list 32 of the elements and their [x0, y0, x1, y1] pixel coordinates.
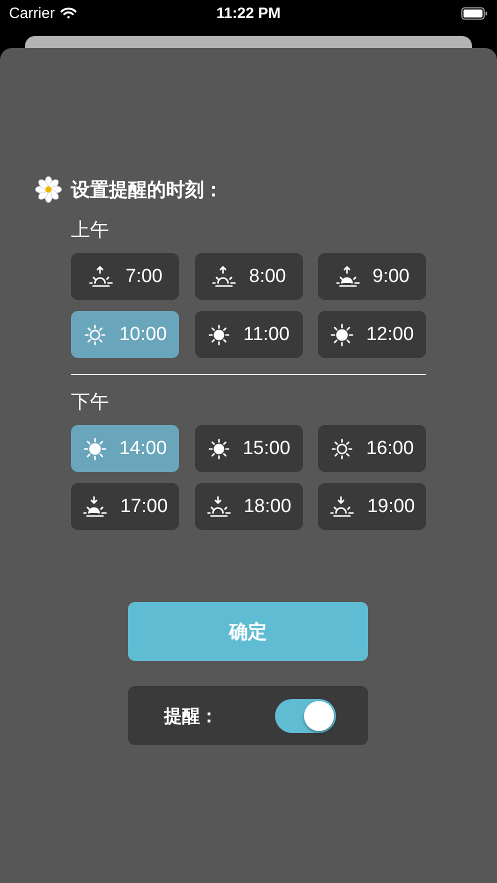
sunset-icon — [82, 494, 108, 518]
time-slot-button[interactable]: 8:00 — [194, 253, 302, 300]
sun-icon — [206, 436, 231, 460]
sunset-icon — [206, 494, 232, 518]
sunrise-icon — [88, 264, 114, 288]
wifi-icon — [60, 7, 77, 19]
time-slot-button[interactable]: 7:00 — [71, 253, 179, 300]
sun-icon — [330, 322, 354, 346]
time-slot-button[interactable]: 17:00 — [71, 483, 179, 530]
section-label: 下午 — [71, 391, 110, 415]
time-slot-button[interactable]: 19:00 — [318, 483, 426, 530]
time-slot-button[interactable]: 15:00 — [194, 425, 302, 472]
clock-time: 11:22 PM — [216, 4, 281, 22]
time-slot-button[interactable]: 9:00 — [318, 253, 426, 300]
sun-icon — [83, 322, 108, 346]
battery-icon — [461, 6, 488, 20]
time-slot-button[interactable]: 18:00 — [194, 483, 302, 530]
flower-icon — [35, 176, 62, 203]
sunset-icon — [329, 494, 356, 518]
sunrise-icon — [211, 264, 237, 288]
sun-icon — [207, 322, 232, 346]
time-slot-button[interactable]: 12:00 — [318, 311, 426, 358]
reminder-toggle[interactable] — [275, 698, 336, 732]
time-slot-button[interactable]: 16:00 — [318, 425, 426, 472]
sun-icon — [330, 436, 354, 460]
time-slot-button[interactable]: 11:00 — [194, 311, 302, 358]
sunrise-icon — [334, 264, 360, 288]
section-label: 上午 — [71, 219, 110, 243]
carrier-name: Carrier — [9, 4, 55, 22]
reminder-label: 提醒： — [164, 704, 218, 728]
sun-icon — [83, 436, 108, 460]
section-title: 设置提醒的时刻： — [71, 178, 223, 202]
